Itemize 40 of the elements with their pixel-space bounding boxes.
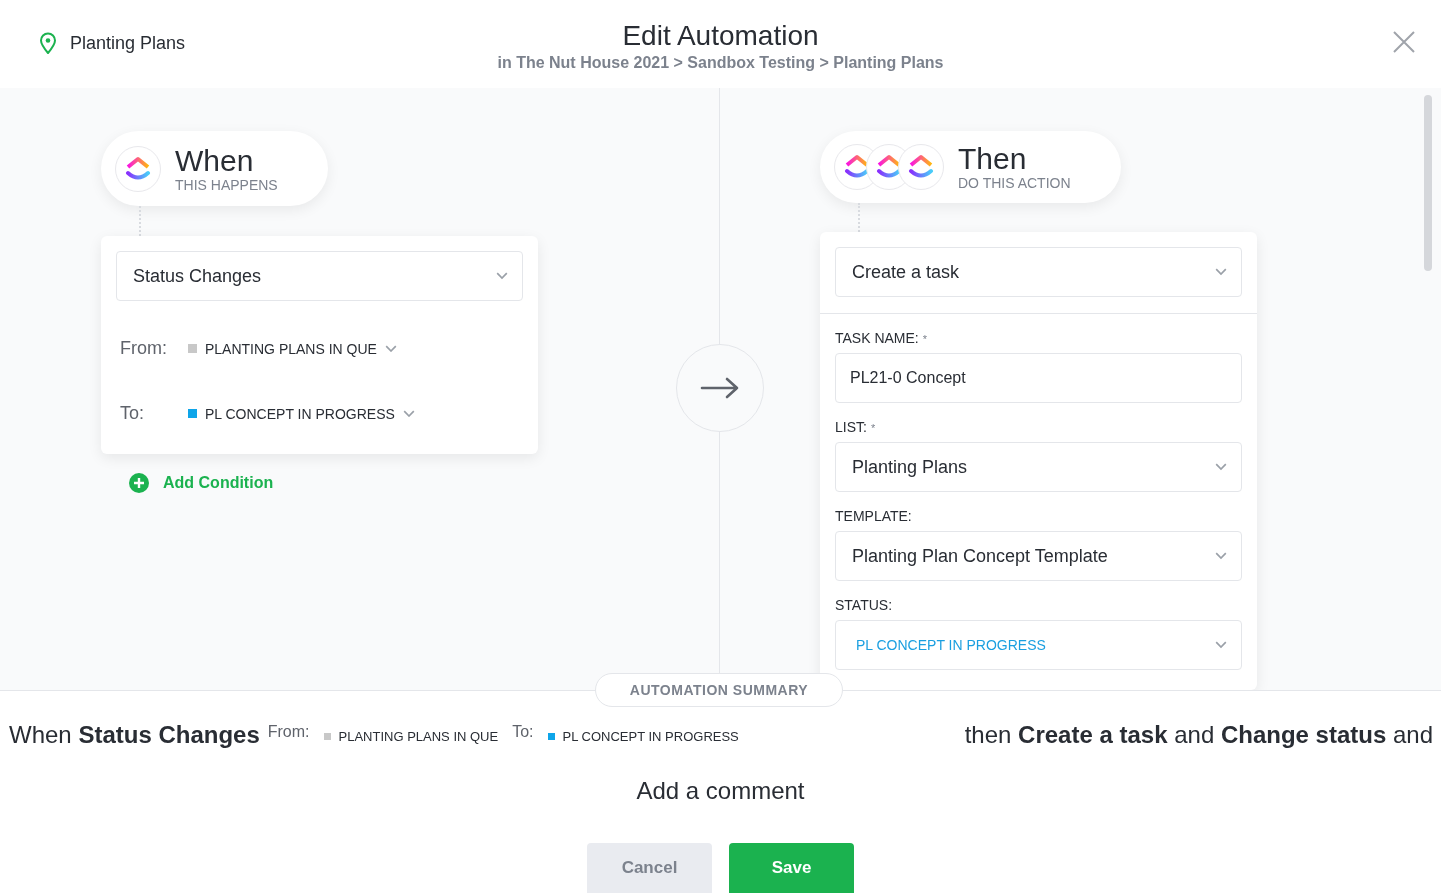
plus-circle-icon xyxy=(129,473,149,493)
condition-label: From: xyxy=(120,338,168,359)
logo-icon xyxy=(125,154,151,183)
location-label: Planting Plans xyxy=(70,32,186,54)
summary-heading: AUTOMATION SUMMARY xyxy=(595,673,843,707)
trigger-select[interactable]: Status Changes xyxy=(116,251,523,301)
input-field[interactable]: PL21-0 Concept xyxy=(835,353,1242,403)
dialog-title: Edit Automation xyxy=(622,20,819,52)
summary-condition-label: To: xyxy=(512,723,534,741)
summary-text: Add a comment xyxy=(636,777,805,805)
summary-text: then Create a task and Change status and xyxy=(964,721,1433,749)
field-label: LIST: * xyxy=(835,419,877,435)
chevron-down-icon xyxy=(384,344,397,353)
arrow-right-icon xyxy=(700,377,740,399)
breadcrumb: in The Nut House 2021 > Sandbox Testing > Planting Plans xyxy=(497,54,944,72)
section-subtitle: DO THIS ACTION xyxy=(958,175,1071,192)
section-subtitle: THIS HAPPENS xyxy=(175,176,278,193)
summary-condition-label: From: xyxy=(267,723,310,741)
summary-text: When Status Changes xyxy=(9,721,260,749)
section-title: When xyxy=(175,144,255,177)
chevron-down-icon xyxy=(1215,552,1227,560)
select-field[interactable]: Planting Plan Concept Template xyxy=(835,531,1242,581)
summary-status: PL CONCEPT IN PROGRESS xyxy=(547,723,739,744)
chevron-down-icon xyxy=(1215,463,1227,471)
chevron-down-icon xyxy=(1215,268,1227,276)
chevron-down-icon xyxy=(1215,641,1227,649)
location-pin-icon xyxy=(38,32,58,54)
action-select[interactable]: Create a task xyxy=(835,247,1242,297)
field-label: TEMPLATE: xyxy=(835,508,913,524)
status-dropdown[interactable]: PL CONCEPT IN PROGRESS xyxy=(188,405,415,422)
status-dropdown[interactable]: PLANTING PLANS IN QUE xyxy=(188,340,397,357)
chevron-down-icon xyxy=(402,409,415,418)
condition-label: To: xyxy=(120,403,145,424)
scrollbar[interactable] xyxy=(1424,95,1432,271)
field-label: STATUS: xyxy=(835,597,894,613)
chevron-down-icon xyxy=(496,272,508,280)
section-title: Then xyxy=(958,143,1028,176)
field-label: TASK NAME: * xyxy=(835,330,929,346)
select-field[interactable]: Planting Plans xyxy=(835,442,1242,492)
summary-status: PLANTING PLANS IN QUE xyxy=(323,723,499,744)
